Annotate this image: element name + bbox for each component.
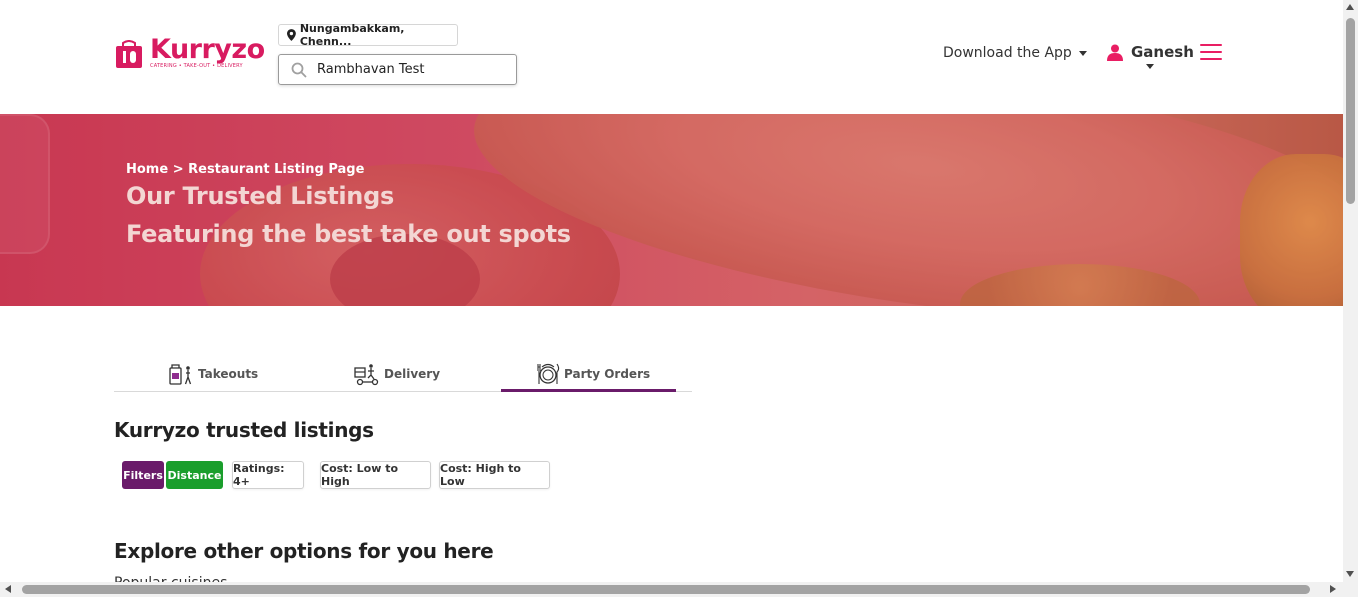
logo-wordmark: Kurryzo [150, 34, 265, 65]
location-text: Nungambakkam, Chenn... [299, 22, 405, 48]
vertical-scroll-thumb[interactable] [1346, 18, 1355, 204]
tab-delivery[interactable]: Delivery [354, 356, 440, 392]
tab-takeouts[interactable]: Takeouts [168, 356, 258, 392]
hero-banner: Home > Restaurant Listing Page Our Trust… [0, 114, 1343, 306]
cost-high-low-chip[interactable]: Cost: High to Low [439, 461, 550, 489]
kurryzo-logo[interactable]: Kurryzo CATERING • TAKE-OUT • DELIVERY [114, 34, 265, 74]
site-header: Kurryzo CATERING • TAKE-OUT • DELIVERY N… [0, 0, 1343, 114]
download-app-dropdown[interactable]: Download the App [943, 45, 1087, 61]
scroll-up-arrow-icon[interactable] [1346, 4, 1354, 10]
breadcrumb[interactable]: Home > Restaurant Listing Page [126, 162, 364, 177]
scroll-right-arrow-icon[interactable] [1330, 585, 1336, 593]
search-input[interactable] [317, 62, 497, 77]
active-tab-indicator [501, 389, 676, 392]
user-chevron-down-icon[interactable] [1146, 64, 1154, 69]
search-icon [291, 62, 307, 78]
filters-button[interactable]: Filters [122, 461, 164, 489]
horizontal-scrollbar[interactable] [0, 582, 1358, 597]
banner-title: Our Trusted Listings [126, 182, 394, 210]
user-menu[interactable]: Ganesh [1107, 43, 1194, 61]
cost-low-high-chip[interactable]: Cost: Low to High [320, 461, 431, 489]
map-pin-icon [287, 29, 296, 41]
search-bar[interactable] [278, 54, 517, 85]
banner-subtitle: Featuring the best take out spots [126, 220, 571, 248]
location-selector[interactable]: Nungambakkam, Chenn... [278, 22, 458, 48]
logo-tagline: CATERING • TAKE-OUT • DELIVERY [150, 63, 243, 69]
takeout-icon [169, 364, 192, 385]
download-app-label: Download the App [943, 45, 1072, 61]
scroll-left-arrow-icon[interactable] [5, 585, 11, 593]
delivery-icon [354, 364, 379, 386]
ratings-filter-chip[interactable]: Ratings: 4+ [232, 461, 304, 489]
chevron-down-icon [1078, 50, 1087, 56]
tab-party-orders-label: Party Orders [564, 367, 651, 381]
user-name: Ganesh [1131, 43, 1194, 61]
listings-heading: Kurryzo trusted listings [114, 418, 374, 442]
scroll-down-arrow-icon[interactable] [1346, 571, 1354, 577]
tab-party-orders[interactable]: Party Orders [536, 356, 650, 392]
tab-takeouts-label: Takeouts [198, 367, 259, 381]
user-icon [1107, 44, 1123, 61]
logo-bag-icon [116, 40, 142, 68]
vertical-scrollbar[interactable] [1343, 0, 1358, 582]
service-tabs: Takeouts Delivery Party Orders [114, 356, 692, 392]
hamburger-menu-icon[interactable] [1200, 44, 1222, 60]
horizontal-scroll-thumb[interactable] [22, 585, 1310, 594]
tab-delivery-label: Delivery [384, 367, 441, 381]
party-orders-icon [537, 363, 560, 384]
distance-filter-chip[interactable]: Distance [166, 461, 223, 489]
explore-heading: Explore other options for you here [114, 539, 494, 563]
